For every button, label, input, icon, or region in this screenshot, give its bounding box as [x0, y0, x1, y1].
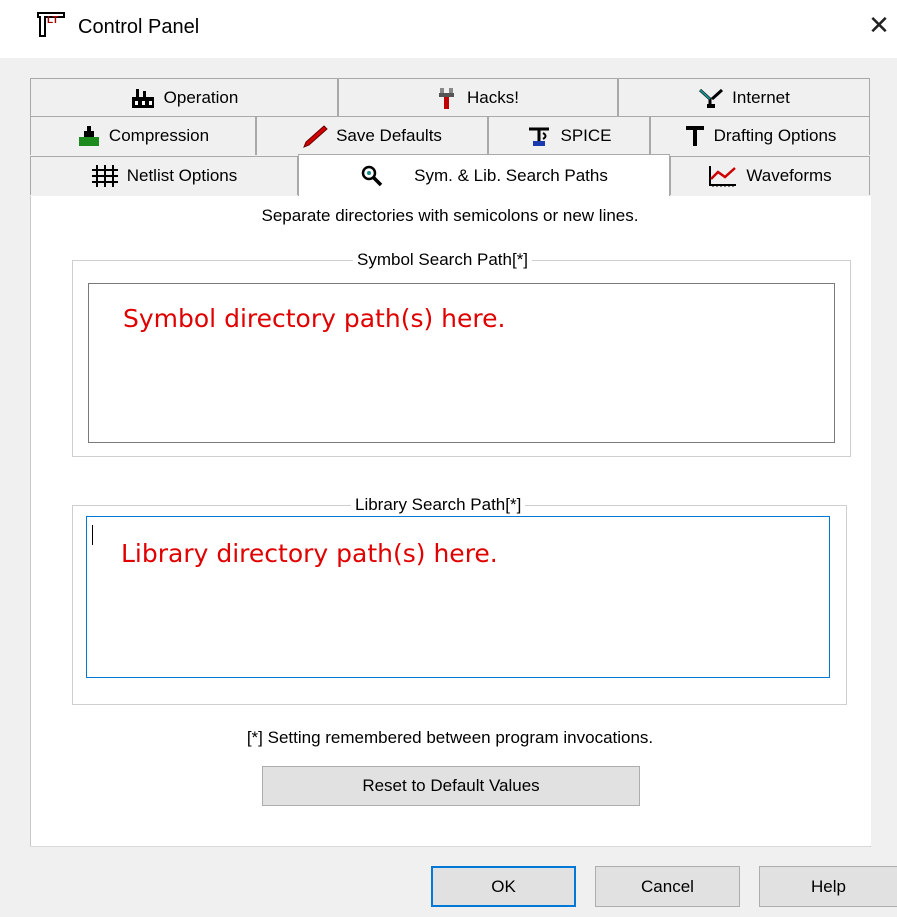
spice-icon [529, 127, 550, 146]
tab-internet[interactable]: Internet [618, 78, 870, 117]
tab-netlist-options[interactable]: Netlist Options [30, 156, 298, 195]
tab-label: Save Defaults [336, 126, 442, 145]
t-icon [685, 126, 704, 146]
symbol-path-text: Symbol directory path(s) here. [123, 304, 506, 333]
magnifier-icon [361, 165, 383, 186]
library-group-label: Library Search Path[*] [351, 495, 526, 515]
tab-drafting-options[interactable]: Drafting Options [650, 116, 870, 155]
divider [30, 846, 870, 847]
cancel-button[interactable]: Cancel [595, 866, 740, 907]
tab-label: Hacks! [467, 88, 519, 107]
ok-button[interactable]: OK [431, 866, 576, 907]
tab-operation[interactable]: Operation [30, 78, 338, 117]
pencil-icon [303, 125, 328, 148]
symbol-path-textarea[interactable]: Symbol directory path(s) here. [88, 283, 835, 443]
library-path-text: Library directory path(s) here. [121, 539, 498, 568]
tab-waveforms[interactable]: Waveforms [670, 156, 870, 195]
symbol-group-label: Symbol Search Path[*] [353, 250, 533, 270]
help-button[interactable]: Help [759, 866, 897, 907]
tab-label: Netlist Options [126, 166, 238, 185]
tab-label: Compression [108, 126, 210, 145]
tab-label: Drafting Options [713, 126, 837, 145]
tool-icon [439, 88, 455, 109]
tab-label: Operation [163, 88, 239, 107]
tab-hacks[interactable]: Hacks! [338, 78, 618, 117]
tab-compression[interactable]: Compression [30, 116, 256, 155]
hint-text: Separate directories with semicolons or … [261, 206, 639, 225]
library-path-textarea[interactable]: Library directory path(s) here. [86, 516, 830, 678]
tab-label: Internet [732, 88, 790, 107]
remembered-note: [*] Setting remembered between program i… [246, 728, 654, 747]
compress-icon [78, 126, 99, 146]
tab-save-defaults[interactable]: Save Defaults [256, 116, 488, 155]
close-button[interactable]: ✕ [862, 8, 896, 44]
tab-label: SPICE [560, 126, 612, 145]
waveform-icon [709, 166, 737, 187]
window-title: Control Panel [78, 16, 200, 38]
svg-text:LT: LT [47, 15, 58, 26]
reset-defaults-button[interactable]: Reset to Default Values [262, 766, 640, 806]
tab-label: Sym. & Lib. Search Paths [414, 165, 608, 185]
title-bar: LT Control Panel ✕ [0, 0, 897, 58]
factory-icon [131, 89, 154, 108]
tab-sym-lib-search-paths[interactable]: Sym. & Lib. Search Paths [298, 154, 670, 196]
ltspice-logo-icon: LT [36, 10, 66, 43]
network-icon [699, 88, 724, 108]
text-caret [92, 525, 93, 545]
tab-spice[interactable]: SPICE [488, 116, 650, 155]
tab-label: Waveforms [746, 166, 832, 185]
grid-icon [91, 165, 118, 187]
